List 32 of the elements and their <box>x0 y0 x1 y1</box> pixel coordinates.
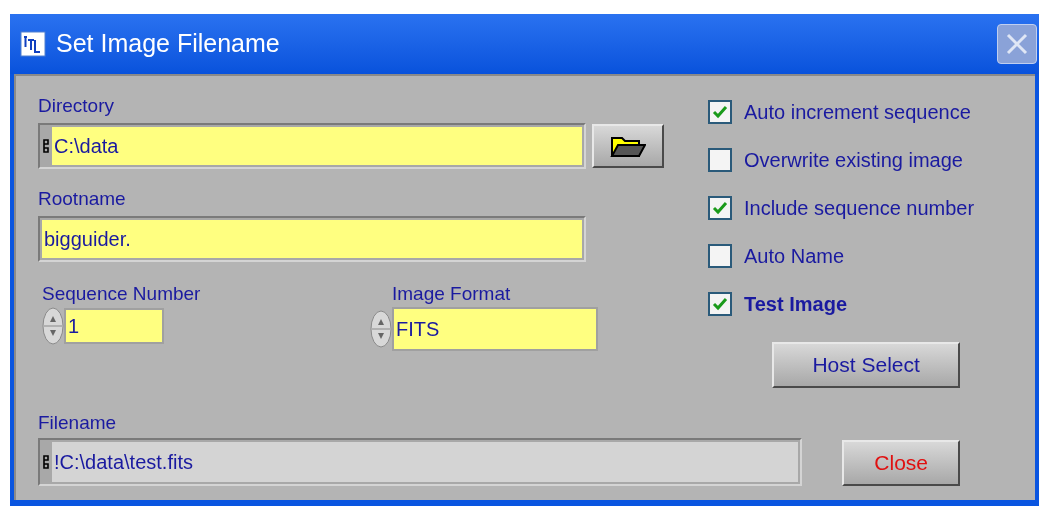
checkbox[interactable] <box>708 292 732 316</box>
image-format-field[interactable]: FITS <box>392 307 598 351</box>
field-label: Directory <box>38 96 114 115</box>
field-label: Sequence Number <box>42 284 201 303</box>
checkmark-icon <box>712 201 728 215</box>
checkbox-label: Auto increment sequence <box>744 100 971 125</box>
window-title: Set Image Filename <box>56 28 280 60</box>
checkbox[interactable] <box>708 148 732 172</box>
checkmark-icon <box>712 297 728 311</box>
path-icon <box>42 454 52 470</box>
checkbox-label: Auto Name <box>744 244 845 269</box>
field-label: Rootname <box>38 189 126 208</box>
folder-icon <box>610 134 646 158</box>
checkbox[interactable] <box>708 196 732 220</box>
spinner-icon[interactable] <box>42 307 64 345</box>
checkmark-icon <box>712 105 728 119</box>
spinner-icon[interactable] <box>370 310 392 348</box>
checkbox-label: Include sequence number <box>744 196 975 221</box>
field-label: Filename <box>38 413 117 432</box>
path-icon <box>42 138 52 154</box>
sequence-number-field[interactable]: 1 <box>64 308 164 344</box>
checkbox-label: Overwrite existing image <box>744 148 963 173</box>
filename-field: !C:\data\test.fits <box>38 438 802 486</box>
rootname-field[interactable]: bigguider. <box>38 216 586 262</box>
checkbox-label: Test Image <box>744 292 847 317</box>
field-label: Image Format <box>392 284 511 303</box>
checkbox[interactable] <box>708 100 732 124</box>
directory-field[interactable]: C:\data <box>38 123 586 169</box>
app-logo-icon <box>20 31 46 57</box>
checkbox[interactable] <box>708 244 732 268</box>
browse-button[interactable] <box>592 124 664 168</box>
dialog-button[interactable]: Host Select <box>772 342 961 388</box>
